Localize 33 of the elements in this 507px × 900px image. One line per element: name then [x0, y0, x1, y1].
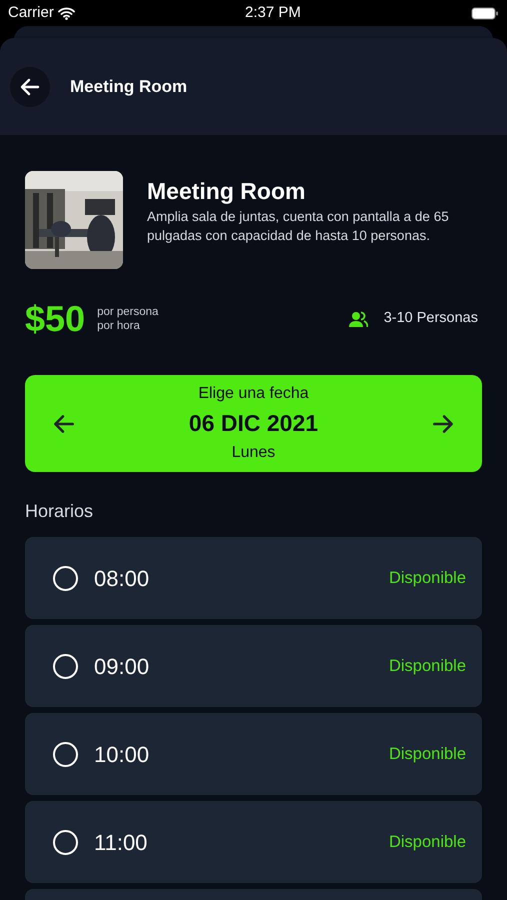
schedule-title: Horarios	[25, 500, 94, 523]
date-label: Elige una fecha	[197, 384, 310, 404]
slot-status: Disponible	[388, 832, 466, 853]
time-slot[interactable]: 10:00 Disponible	[25, 713, 482, 795]
slot-time: 11:00	[94, 828, 148, 856]
slot-time: 08:00	[94, 564, 150, 592]
slot-status: Disponible	[388, 656, 466, 677]
room-title: Meeting Room	[147, 179, 306, 204]
price-unit: por persona	[97, 304, 158, 319]
time-slot[interactable]: 08:00 Disponible	[25, 537, 482, 619]
room-description: Amplia sala de juntas, cuenta con pantalla a de 65 pulgadas con capacidad de hasta 10 personas.	[147, 208, 450, 245]
time-slot[interactable]: 09:00 Disponible	[25, 625, 482, 707]
back-button[interactable]	[10, 66, 50, 106]
carrier-name: Carrier	[8, 2, 54, 23]
slot-status: Disponible	[388, 568, 466, 589]
capacity-text: 3-10 Personas	[384, 309, 478, 328]
weekday-text: Lunes	[230, 442, 276, 463]
radio-button	[53, 566, 78, 590]
header-title: Meeting Room	[70, 76, 188, 98]
slot-time: 09:00	[94, 652, 150, 680]
selected-date: 06 DIC 2021	[188, 409, 318, 438]
slot-time: 10:00	[94, 740, 150, 768]
time-slot[interactable]: 11:00 Disponible	[25, 801, 482, 883]
radio-button	[53, 742, 78, 766]
people-icon	[348, 310, 368, 328]
wifi-icon	[58, 6, 75, 20]
radio-button	[53, 654, 78, 678]
price-amount: $50	[25, 301, 86, 337]
radio-button	[53, 830, 78, 854]
slot-status: Disponible	[388, 744, 466, 765]
battery-icon	[471, 6, 499, 20]
price-unit: por hora	[97, 319, 141, 334]
status-time: 2:37 PM	[244, 2, 301, 23]
